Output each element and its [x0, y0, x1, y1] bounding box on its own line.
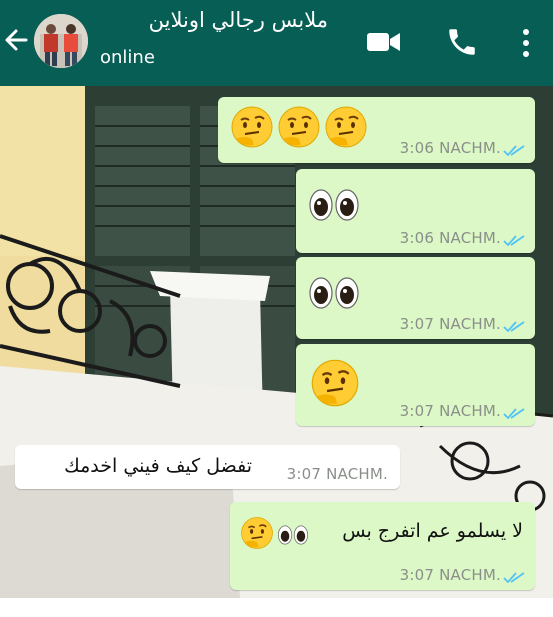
- message-time: 3:06 NACHM.: [399, 139, 501, 157]
- incoming-message[interactable]: تفضل كيف فيني اخدمك 3:07 NACHM.: [15, 445, 400, 489]
- outgoing-message[interactable]: 3:06 NACHM.: [296, 169, 535, 253]
- thinking-face-emoji: [230, 105, 370, 155]
- eyes-emoji: [308, 187, 360, 227]
- outgoing-message[interactable]: 3:07 NACHM.: [296, 257, 535, 339]
- thinking-face-emoji: [240, 516, 274, 554]
- video-camera-icon[interactable]: [366, 30, 402, 58]
- more-vert-icon[interactable]: [520, 27, 532, 63]
- phone-icon[interactable]: [445, 25, 479, 63]
- double-check-read-icon: [503, 142, 525, 157]
- thinking-face-emoji: [310, 358, 360, 412]
- message-time: 3:07 NACHM.: [286, 465, 388, 483]
- contact-status: online: [100, 47, 155, 68]
- outgoing-message[interactable]: 3:07 NACHM.: [296, 344, 535, 426]
- double-check-read-icon: [503, 318, 525, 333]
- message-time: 3:06 NACHM.: [399, 229, 501, 247]
- avatar[interactable]: [34, 14, 88, 68]
- outgoing-message[interactable]: 3:06 NACHM.: [218, 97, 535, 163]
- double-check-read-icon: [503, 232, 525, 247]
- message-time: 3:07 NACHM.: [399, 402, 501, 420]
- eyes-emoji: [308, 275, 360, 315]
- double-check-read-icon: [503, 405, 525, 420]
- chat-header: ملابس رجالي اونلاين online: [0, 0, 553, 86]
- message-text: تفضل كيف فيني اخدمك: [64, 455, 252, 477]
- eyes-emoji: [276, 524, 310, 550]
- message-time: 3:07 NACHM.: [399, 566, 501, 584]
- arrow-left-icon[interactable]: [2, 22, 32, 58]
- message-time: 3:07 NACHM.: [399, 315, 501, 333]
- message-text: لا يسلمو عم اتفرج بس: [342, 520, 523, 542]
- bottom-strip: [0, 598, 553, 617]
- outgoing-message[interactable]: لا يسلمو عم اتفرج بس 3:07 NACHM.: [230, 502, 535, 590]
- contact-name[interactable]: ملابس رجالي اونلاين: [98, 8, 328, 32]
- double-check-read-icon: [503, 569, 525, 584]
